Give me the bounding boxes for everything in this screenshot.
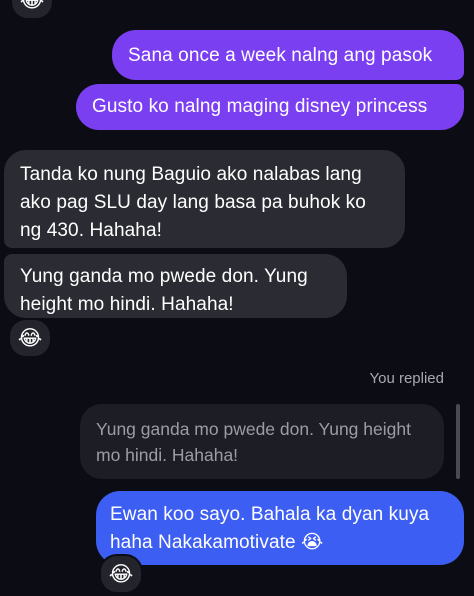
message-bubble-sent[interactable]: Gusto ko nalng maging disney princess [76, 84, 464, 130]
laughing-emoji-icon: 😂 [17, 326, 43, 350]
reaction-badge[interactable]: 😂 [99, 554, 143, 594]
reaction-badge-previous[interactable]: 😂 [10, 0, 54, 20]
quoted-message[interactable]: Yung ganda mo pwede don. Yung height mo … [80, 404, 444, 479]
message-text: Ewan koo sayo. Bahala ka dyan kuya haha … [110, 504, 430, 553]
quoted-text: Yung ganda mo pwede don. Yung height mo … [96, 419, 411, 465]
message-bubble-sent-reply[interactable]: Ewan koo sayo. Bahala ka dyan kuya haha … [96, 491, 464, 565]
message-text: Tanda ko nung Baguio ako nalabas lang ak… [20, 164, 366, 241]
message-text: Sana once a week nalng ang pasok [128, 45, 433, 66]
reply-indicator: You replied [369, 370, 444, 387]
laughing-emoji-icon: 😂 [19, 0, 45, 12]
message-bubble-received[interactable]: Tanda ko nung Baguio ako nalabas lang ak… [4, 150, 405, 248]
message-text: Gusto ko nalng maging disney princess [92, 96, 428, 117]
message-bubble-received[interactable]: Yung ganda mo pwede don. Yung height mo … [4, 254, 347, 318]
chat-thread: 😂 Sana once a week nalng ang pasok Gusto… [0, 0, 474, 596]
message-text: Yung ganda mo pwede don. Yung height mo … [20, 266, 308, 315]
reply-line [456, 404, 460, 479]
laughing-emoji-icon: 😂 [108, 562, 134, 586]
reaction-badge[interactable]: 😂 [8, 318, 52, 358]
message-bubble-sent[interactable]: Sana once a week nalng ang pasok [112, 30, 464, 80]
